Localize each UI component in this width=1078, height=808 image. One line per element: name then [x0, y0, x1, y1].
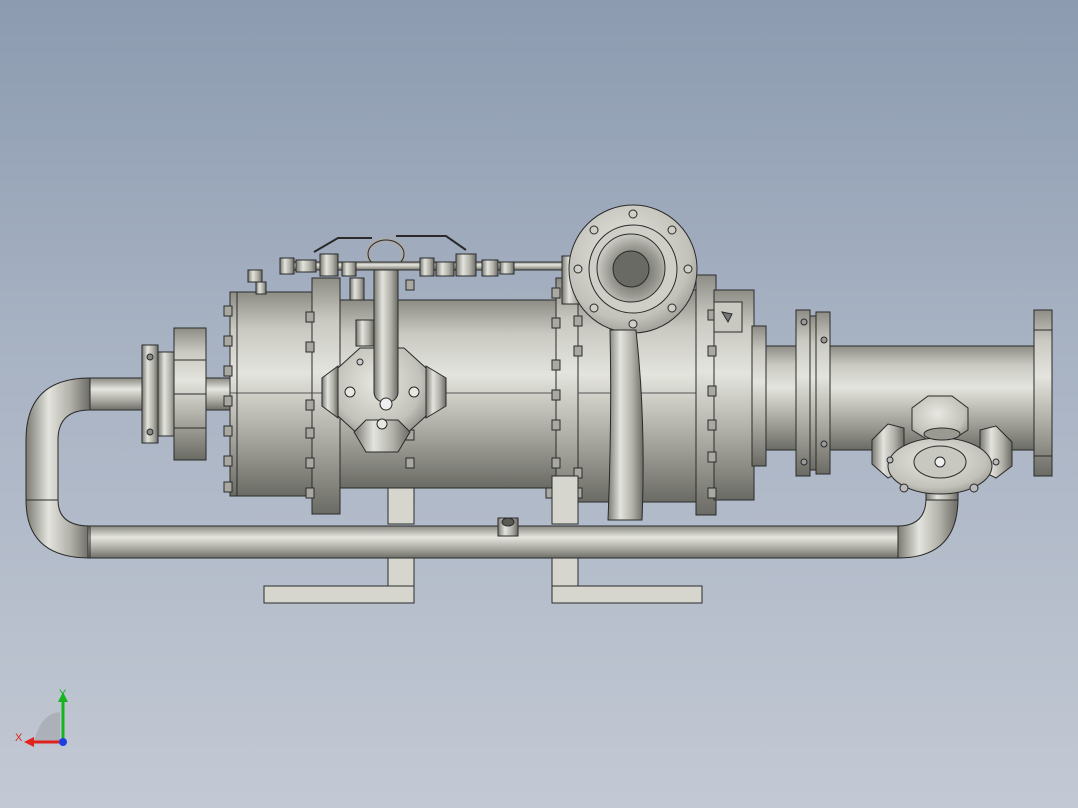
drain-plug[interactable]	[497, 517, 519, 537]
x-axis-arrow-head	[24, 737, 34, 747]
y-axis-label: Y	[59, 688, 67, 700]
orientation-triad[interactable]: X Y	[10, 684, 80, 754]
z-axis-dot	[59, 738, 67, 746]
nameplate	[713, 301, 743, 333]
cad-model-view[interactable]	[0, 0, 1078, 808]
x-axis-label: X	[15, 732, 23, 744]
graphics-viewport[interactable]: X Y	[0, 0, 1078, 808]
inlet-flange-left[interactable]	[141, 327, 233, 461]
housing-end-cap-left[interactable]	[229, 291, 315, 497]
outlet-riser[interactable]	[607, 329, 644, 521]
triad-plane-shading	[34, 712, 60, 742]
